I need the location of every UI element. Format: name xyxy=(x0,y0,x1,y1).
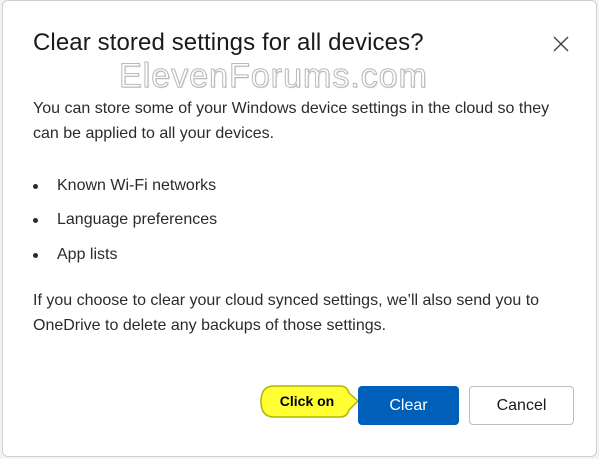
list-item-label: Known Wi-Fi networks xyxy=(57,177,217,194)
cancel-button[interactable]: Cancel xyxy=(469,386,574,425)
bullet-icon xyxy=(33,252,38,258)
click-on-callout: Click on xyxy=(260,385,360,418)
dialog-title: Clear stored settings for all devices? xyxy=(33,29,424,56)
bullet-icon xyxy=(33,183,38,189)
bullet-icon xyxy=(33,217,38,223)
watermark: ElevenForums.com xyxy=(119,57,428,96)
dialog-note: If you choose to clear your cloud synced… xyxy=(33,292,540,334)
dialog-description: You can store some of your Windows devic… xyxy=(33,100,550,142)
list-item-label: App lists xyxy=(57,246,118,263)
list-item: Language preferences xyxy=(33,211,217,229)
list-item: Known Wi-Fi networks xyxy=(33,177,216,195)
clear-button[interactable]: Clear xyxy=(358,386,459,425)
list-item-label: Language preferences xyxy=(57,211,218,228)
close-icon xyxy=(553,36,569,52)
list-item: App lists xyxy=(33,246,117,264)
clear-settings-dialog: Clear stored settings for all devices? E… xyxy=(2,0,597,457)
close-button[interactable] xyxy=(548,31,574,57)
callout-text: Click on xyxy=(279,393,335,409)
